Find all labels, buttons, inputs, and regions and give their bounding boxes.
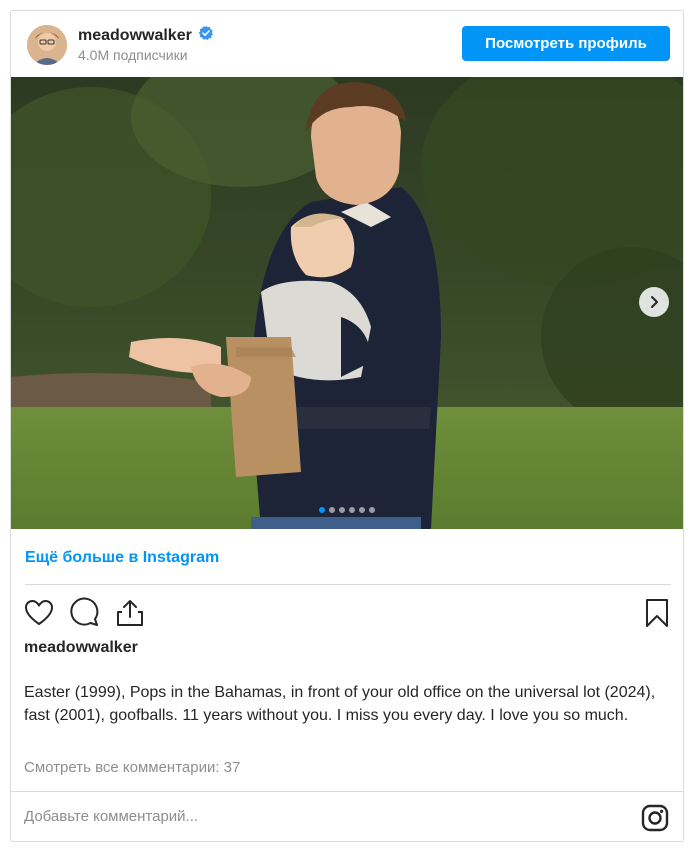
divider bbox=[25, 584, 671, 585]
carousel-dot bbox=[339, 507, 345, 513]
post-header: meadowwalker 4.0M подписчики Посмотреть … bbox=[11, 11, 683, 77]
heart-icon[interactable] bbox=[23, 597, 55, 629]
next-slide-button[interactable] bbox=[639, 287, 669, 317]
follower-count: 4.0M подписчики bbox=[78, 47, 188, 63]
carousel-dot bbox=[369, 507, 375, 513]
profile-username[interactable]: meadowwalker bbox=[78, 25, 214, 46]
share-icon[interactable] bbox=[114, 597, 146, 629]
carousel-dot bbox=[329, 507, 335, 513]
carousel-dot bbox=[359, 507, 365, 513]
comment-bar: Добавьте комментарий... bbox=[11, 791, 683, 842]
chevron-right-icon bbox=[647, 295, 661, 309]
more-on-instagram-link[interactable]: Ещё больше в Instagram bbox=[25, 549, 219, 567]
instagram-embed-card: meadowwalker 4.0M подписчики Посмотреть … bbox=[10, 10, 684, 842]
carousel-dots bbox=[11, 507, 683, 513]
carousel-dot bbox=[319, 507, 325, 513]
bookmark-icon[interactable] bbox=[641, 597, 673, 629]
profile-username-text[interactable]: meadowwalker bbox=[78, 27, 192, 45]
carousel-dot bbox=[349, 507, 355, 513]
avatar[interactable] bbox=[27, 25, 67, 65]
comment-icon[interactable] bbox=[68, 597, 100, 629]
post-photo[interactable] bbox=[11, 77, 683, 529]
view-profile-button[interactable]: Посмотреть профиль bbox=[462, 26, 670, 61]
add-comment-input[interactable]: Добавьте комментарий... bbox=[24, 808, 198, 825]
post-username[interactable]: meadowwalker bbox=[24, 639, 138, 657]
verified-badge-icon bbox=[198, 25, 214, 46]
view-all-comments-link[interactable]: Смотреть все комментарии: 37 bbox=[24, 759, 240, 776]
instagram-icon[interactable] bbox=[641, 804, 669, 832]
action-bar bbox=[11, 597, 683, 629]
post-caption: Easter (1999), Pops in the Bahamas, in f… bbox=[24, 684, 656, 724]
